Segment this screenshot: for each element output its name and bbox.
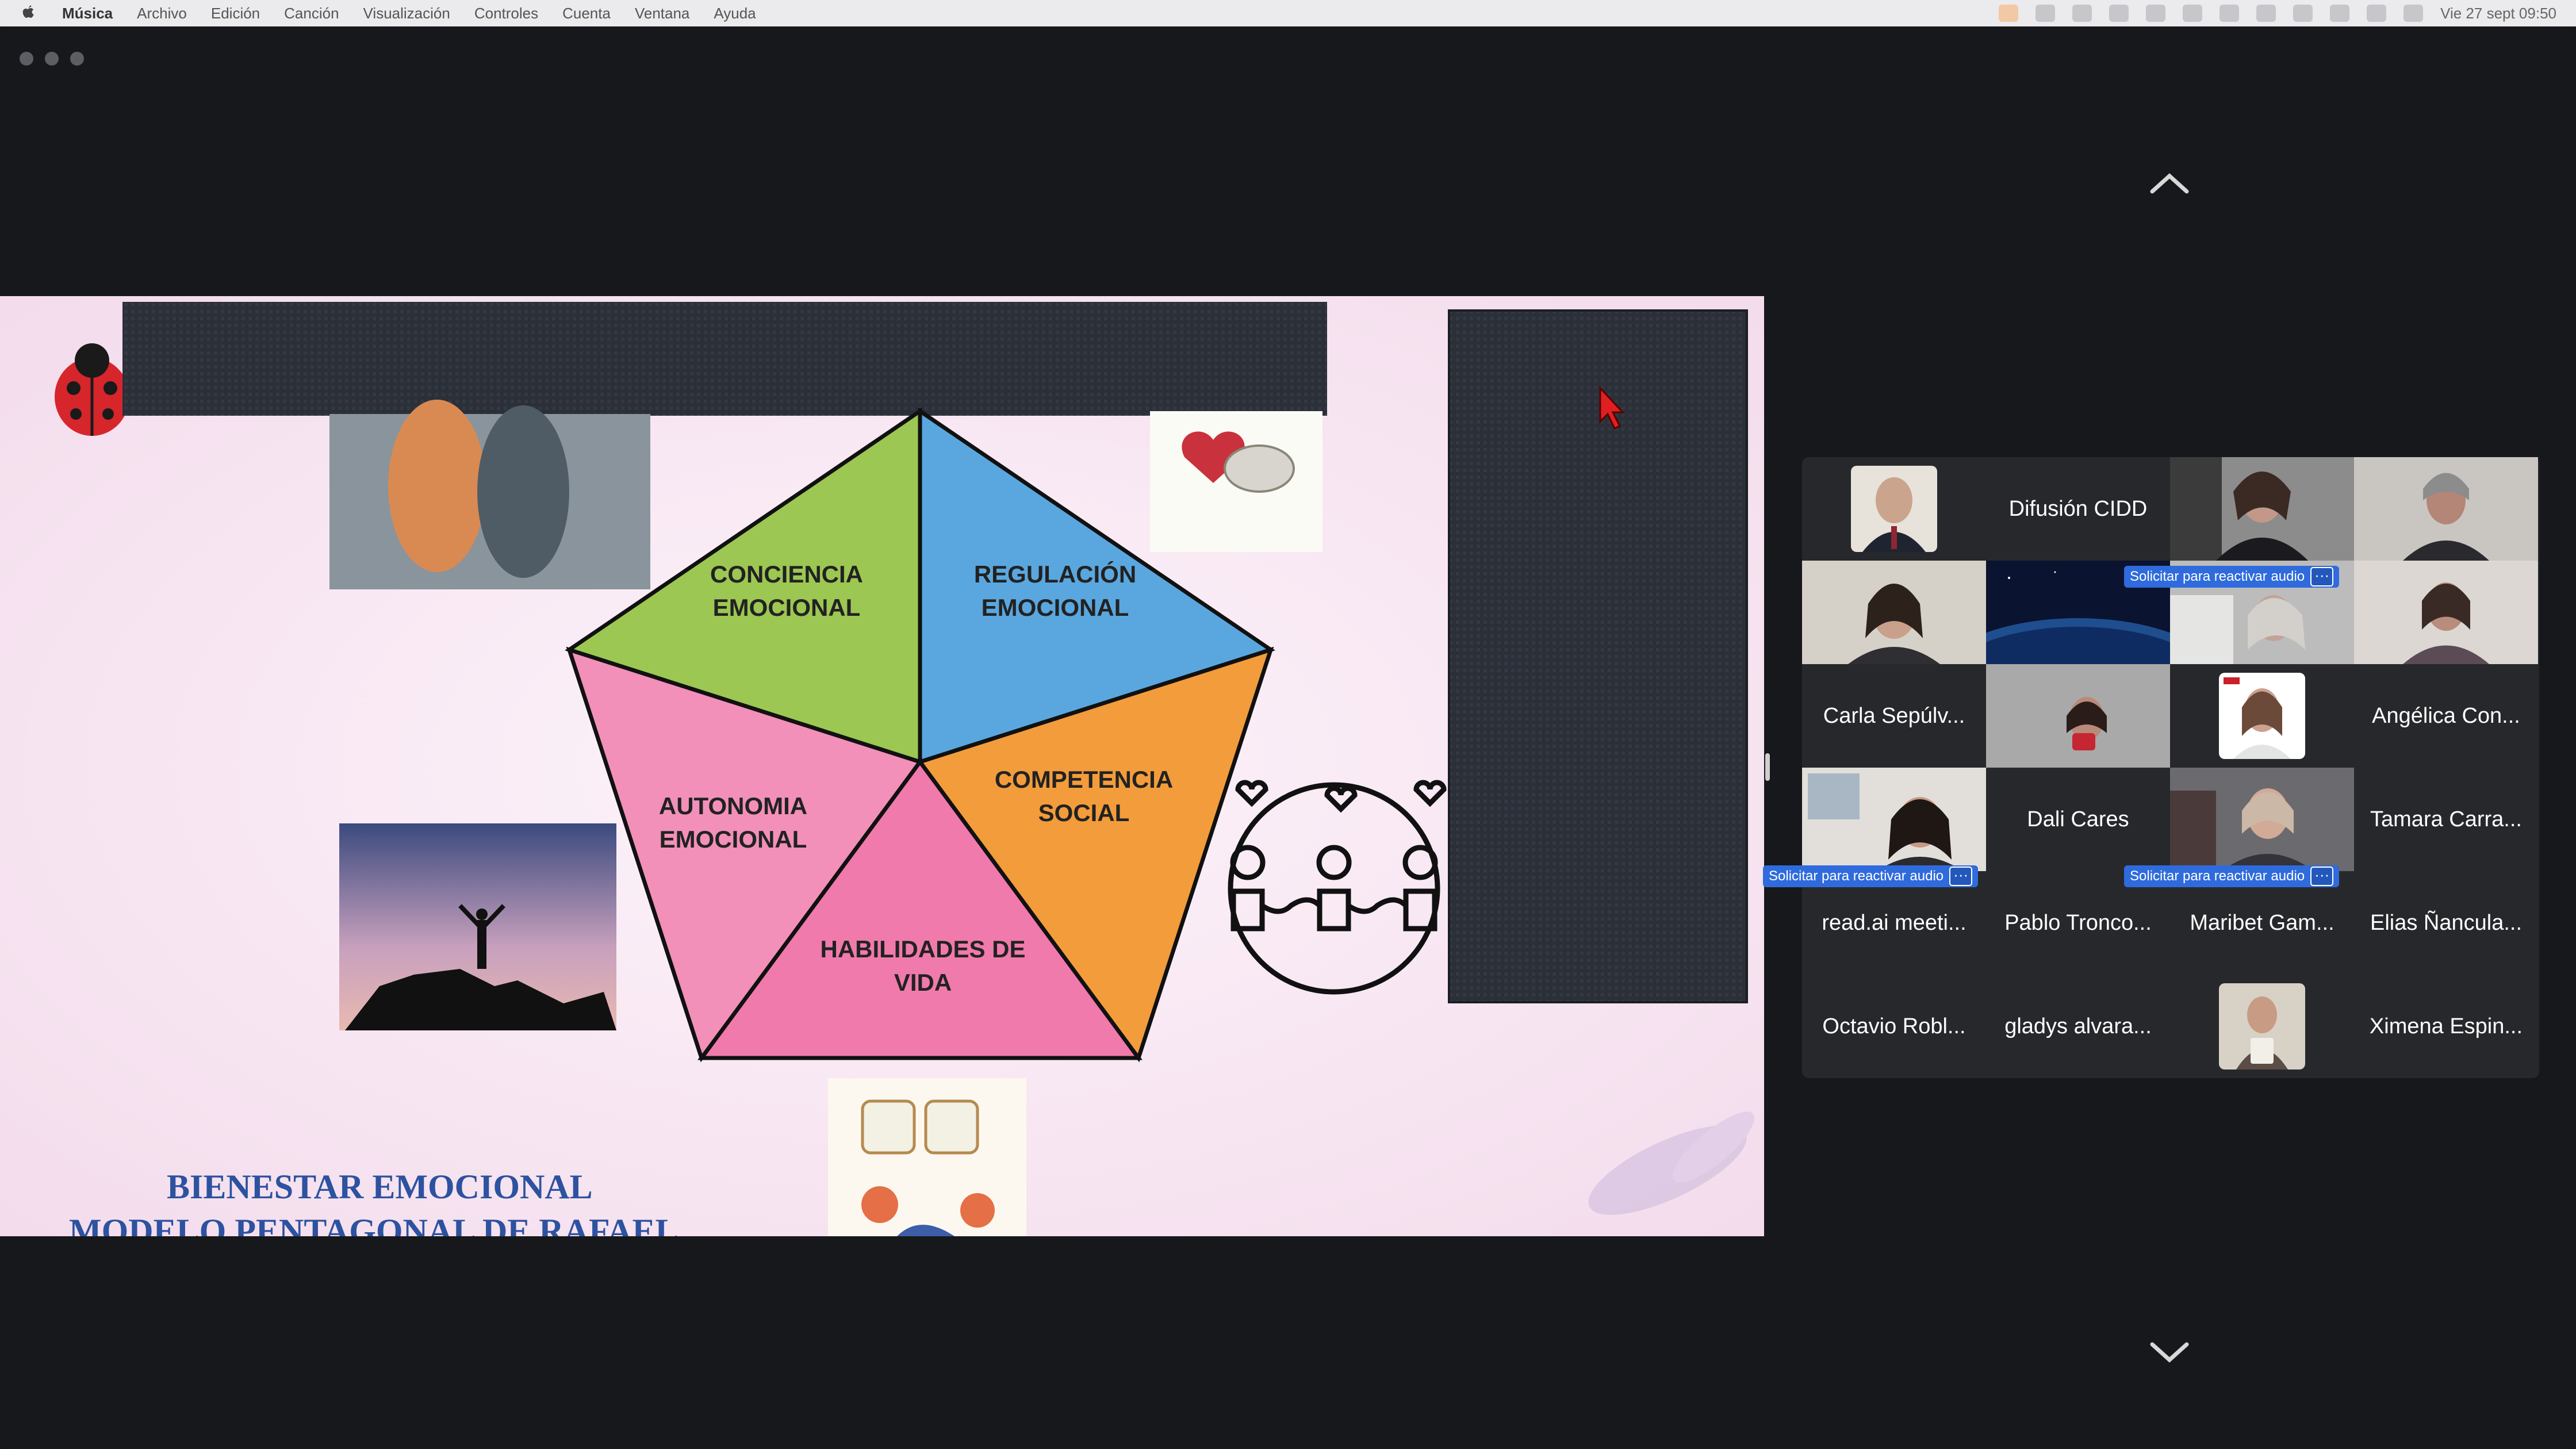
control-center-icon[interactable] [2367,5,2387,22]
slide-title: BIENESTAR EMOCIONAL [167,1168,593,1206]
participant-tile[interactable]: Octavio Robl... [1802,975,1986,1078]
participant-tile[interactable]: Elias Ñancula... [2354,871,2538,975]
siri-icon[interactable] [2404,5,2424,22]
participant-tile[interactable]: Tamara Carra... [2354,768,2538,871]
menu-app-name[interactable]: Música [62,5,113,22]
video-feed [1802,768,1986,871]
menu-ayuda[interactable]: Ayuda [714,5,756,22]
participant-name: Ximena Espin... [2369,1014,2523,1038]
slide-subtitle: MODELO PENTAGONAL DE RAFAEL [69,1212,678,1236]
menu-visualizacion[interactable]: Visualización [363,5,450,22]
close-window-button[interactable] [20,52,33,66]
menu-archivo[interactable]: Archivo [137,5,187,22]
participant-name: gladys alvara... [2004,1014,2152,1038]
menu-ventana[interactable]: Ventana [635,5,689,22]
participant-tile[interactable] [2354,457,2538,561]
silhouette-photo [339,823,616,1030]
participant-name: Tamara Carra... [2370,807,2522,831]
segment-conciencia: CONCIENCIA EMOCIONAL [710,561,863,621]
redacted-block-top [122,302,1327,416]
zoom-status-icon[interactable] [2035,5,2056,22]
video-feed [2354,457,2538,561]
participant-tile[interactable]: Maribet Gam... [2170,871,2354,975]
participant-name: Elias Ñancula... [2370,910,2522,935]
participant-name: read.ai meeti... [1822,910,1966,935]
wifi-icon[interactable] [2293,5,2313,22]
participant-tile[interactable]: read.ai meeti... [1802,871,1986,975]
heart-brain-image [1150,411,1322,552]
participant-tile[interactable]: Pablo Tronco... [1986,871,2170,975]
chevron-up-icon[interactable] [2149,171,2190,194]
zoom-window-button[interactable] [70,52,84,66]
grid-icon[interactable] [2146,5,2166,22]
video-feed [1802,561,1986,664]
participant-tile[interactable]: Dali Cares [1986,768,2170,871]
participant-name: Carla Sepúlv... [1823,703,1965,728]
play-icon[interactable] [2256,5,2276,22]
redacted-block-right [1448,309,1748,1003]
avatar [1851,466,1937,552]
menu-bar: Música Archivo Edición Canción Visualiza… [0,0,2576,26]
microphone-status-icon[interactable] [1999,5,2019,22]
participant-tile[interactable]: gladys alvara... [1986,975,2170,1078]
video-feed [2354,561,2538,664]
menu-controles[interactable]: Controles [474,5,538,22]
participant-tile[interactable] [2170,975,2354,1078]
participant-tile[interactable] [2170,768,2354,871]
menu-cancion[interactable]: Canción [284,5,339,22]
chevron-down-icon[interactable] [2149,1340,2190,1363]
segment-competencia: COMPETENCIA SOCIAL [994,766,1174,826]
participant-tile[interactable]: Carla Sepúlv... [1802,664,1986,768]
participant-tile[interactable] [2354,561,2538,664]
shared-screen: CONCIENCIA EMOCIONAL REGULACIÓN EMOCIONA… [0,296,1764,1236]
participant-name: Angélica Con... [2372,703,2520,728]
participant-name: Dali Cares [2027,807,2129,831]
screen-record-icon[interactable] [2109,5,2129,22]
video-feed [1986,664,2170,768]
participant-name: Pablo Tronco... [2004,910,2152,935]
reactivate-audio-badge[interactable]: Solicitar para reactivar audio ··· [2124,566,2340,588]
participant-name: Octavio Robl... [1822,1014,1966,1038]
menubar-clock[interactable]: Vie 27 sept 09:50 [2440,5,2556,22]
cloud-icon[interactable] [2072,5,2092,22]
segment-autonomia: AUTONOMIA EMOCIONAL [658,792,808,853]
participant-name: Difusión CIDD [2008,496,2148,521]
participant-tile[interactable] [1802,561,1986,664]
participant-gallery: Difusión CIDD Solicitar para reactivar a… [1763,457,2539,1078]
participant-tile[interactable]: Ximena Espin... [2354,975,2538,1078]
participant-tile[interactable] [1802,768,1986,871]
reactivate-audio-label: Solicitar para reactivar audio [2130,569,2305,584]
menu-cuenta[interactable]: Cuenta [562,5,611,22]
apple-menu-icon[interactable] [20,3,39,23]
minimize-window-button[interactable] [45,52,59,66]
avatar [2219,673,2305,759]
participant-name: Maribet Gam... [2190,910,2334,935]
share-resize-handle[interactable] [1765,753,1770,781]
participant-tile[interactable]: Difusión CIDD [1986,457,2170,561]
window-icon[interactable] [2183,5,2203,22]
avatar [2219,983,2305,1070]
participant-tile[interactable] [2170,664,2354,768]
active-speaker-tile[interactable] [2170,457,2354,561]
menu-edicion[interactable]: Edición [211,5,260,22]
video-feed [2170,457,2354,561]
figures-photo [329,400,650,589]
participant-tile[interactable] [1986,664,2170,768]
video-feed [2170,768,2354,871]
more-options-button[interactable]: ··· [2310,567,2334,586]
segment-habilidades: HABILIDADES DE VIDA [820,936,1026,996]
spotlight-search-icon[interactable] [2330,5,2350,22]
participant-tile[interactable] [1802,457,1986,561]
segment-regulacion: REGULACIÓN EMOCIONAL [973,561,1137,621]
bluetooth-icon[interactable] [2220,5,2240,22]
puzzle-image [828,1078,1026,1236]
participant-tile[interactable]: Angélica Con... [2354,664,2538,768]
